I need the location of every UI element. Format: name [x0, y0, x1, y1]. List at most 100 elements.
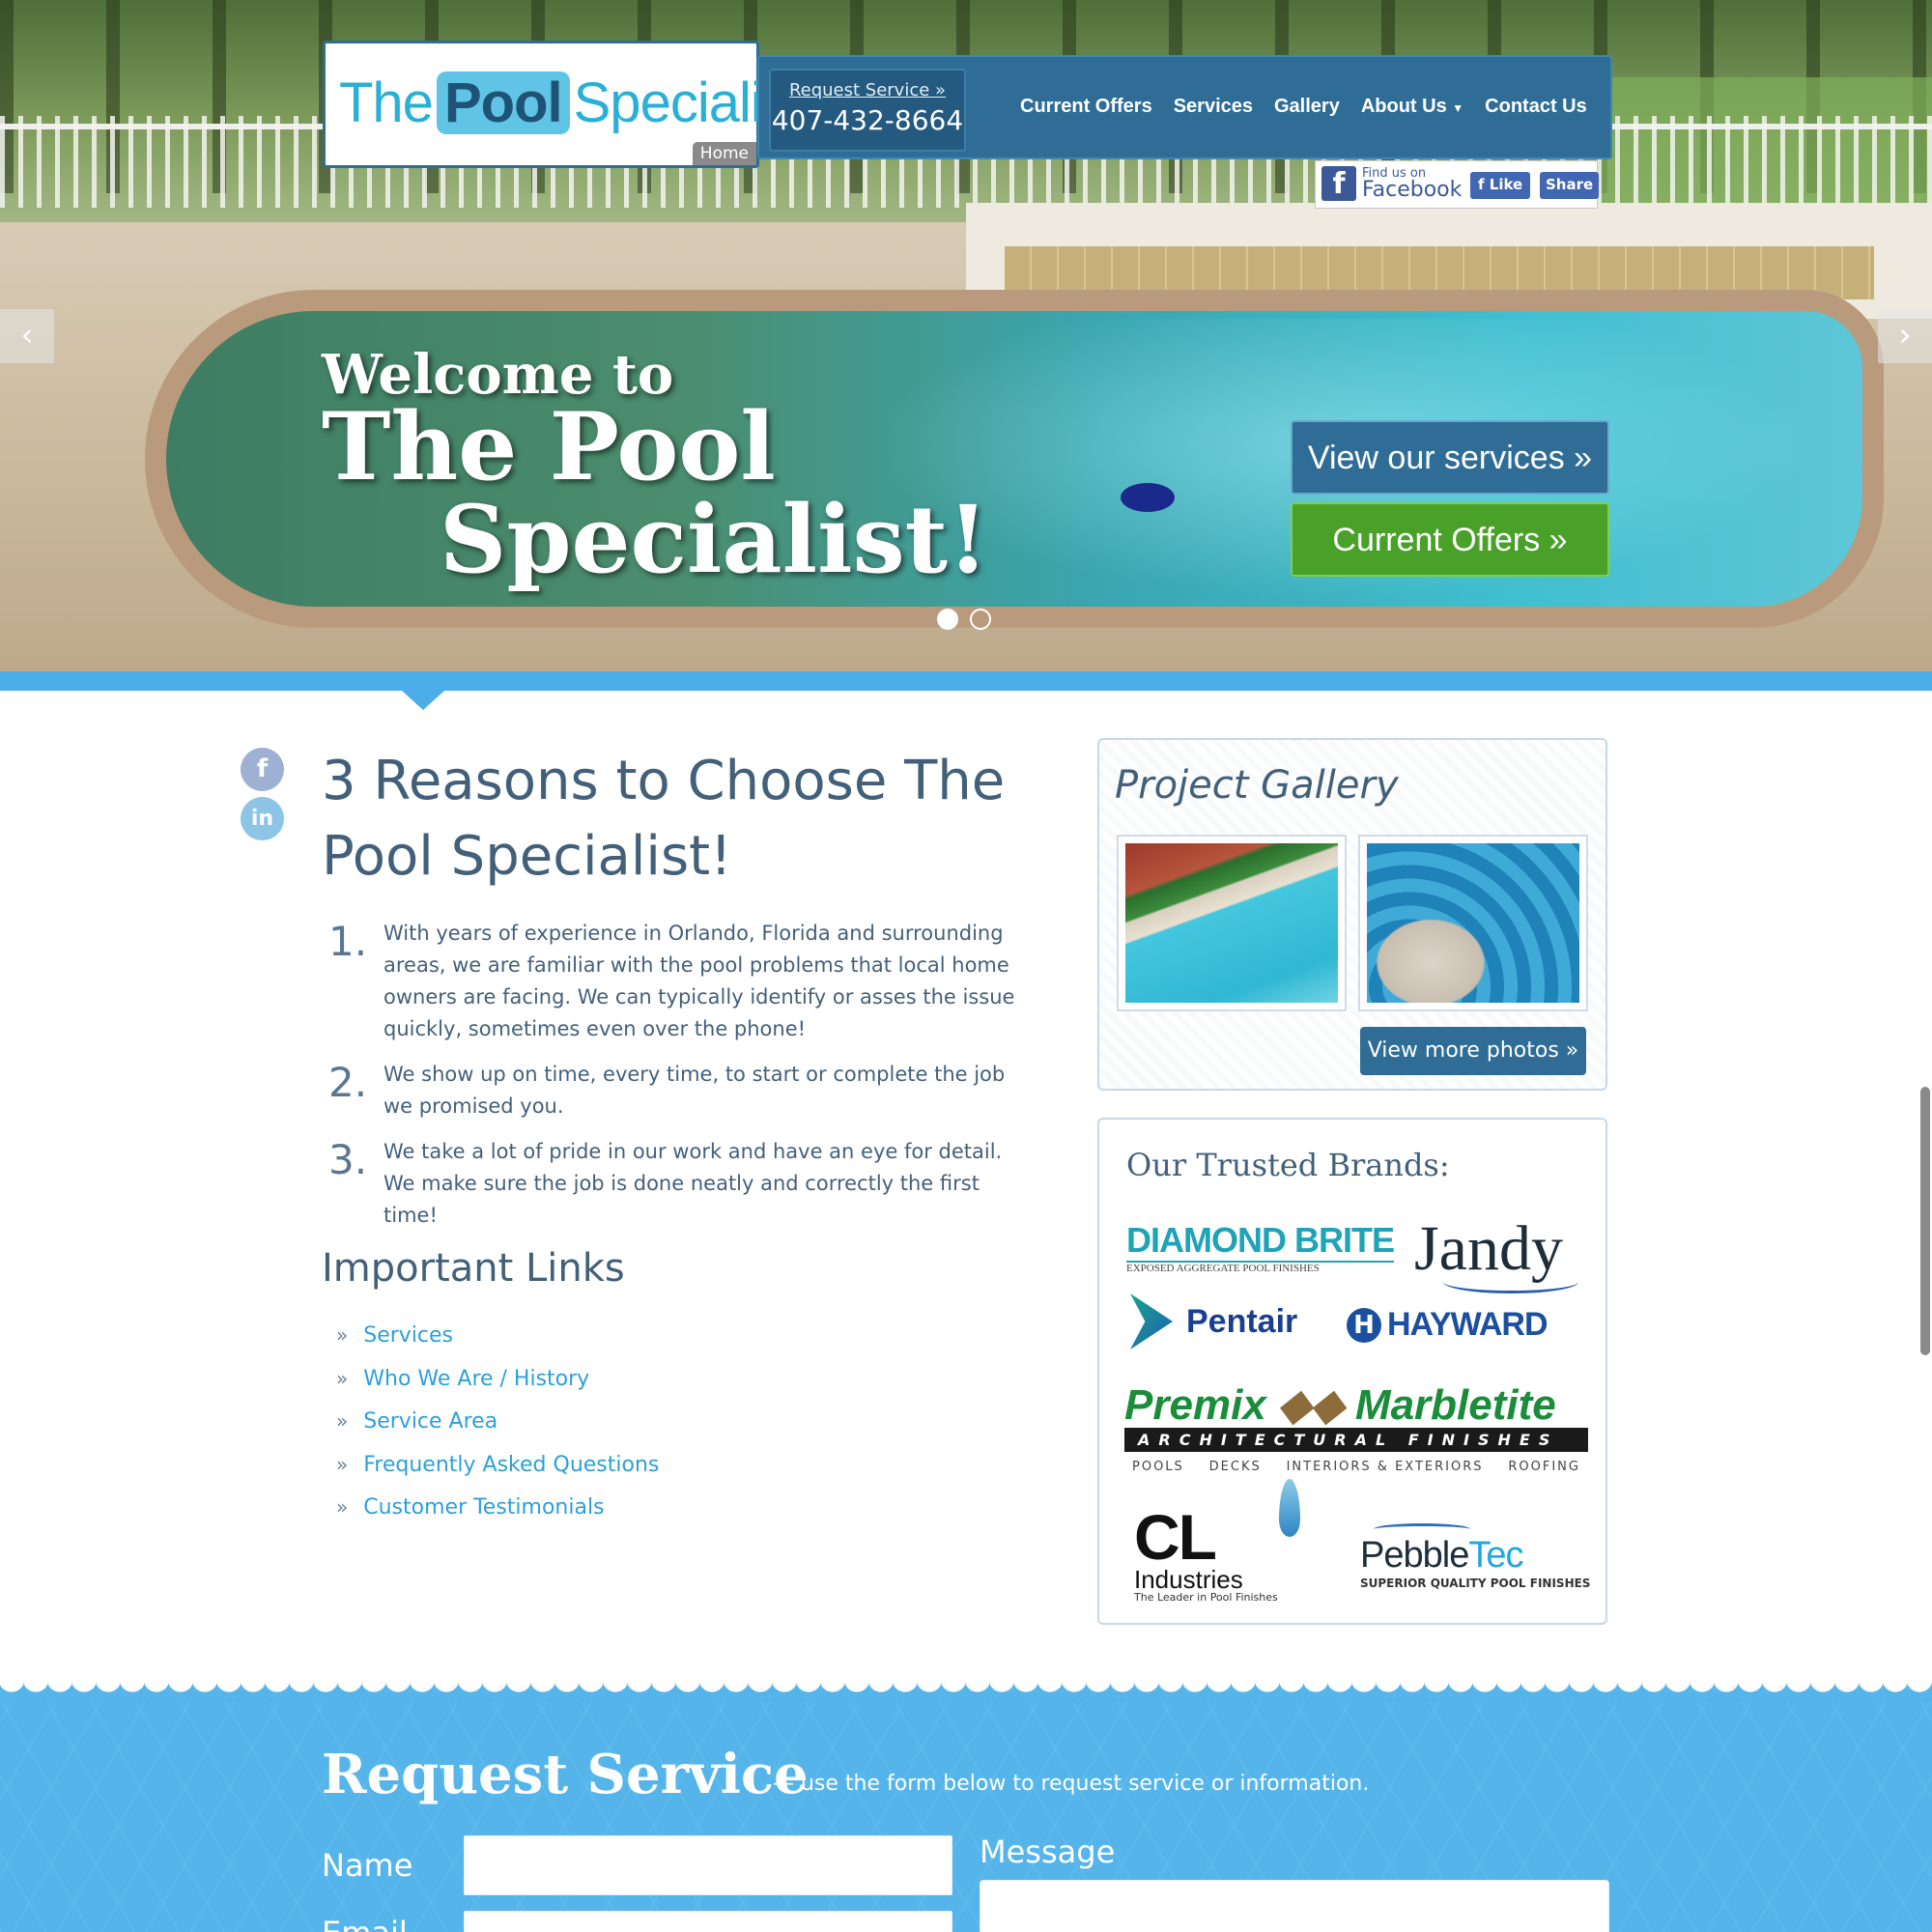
premix-name-1: Premix [1124, 1381, 1266, 1429]
facebook-find-us-link[interactable]: f Find us on Facebook [1321, 166, 1462, 201]
list-item-number: 3. [328, 1136, 368, 1183]
email-field[interactable] [464, 1911, 952, 1932]
request-service-link[interactable]: Request Service » [771, 80, 964, 100]
phone-number[interactable]: 407-432-8664 [771, 104, 964, 136]
cl-name: CL [1134, 1501, 1217, 1573]
slider-prev-arrow-icon[interactable]: ‹ [0, 309, 54, 363]
project-gallery-panel: Project Gallery View more photos » [1097, 738, 1607, 1091]
facebook-find-us-text: Find us on Facebook [1362, 167, 1462, 201]
current-offers-button[interactable]: Current Offers » [1291, 502, 1609, 577]
pentair-mark-icon [1130, 1293, 1173, 1350]
nav-about-us-label: About Us [1360, 96, 1447, 117]
hero-headline-line2: The Pool [322, 392, 776, 501]
chevron-right-icon: » [336, 1366, 349, 1390]
request-service-subtitle: — use the form below to request service … [773, 1772, 1370, 1796]
logo-wordmark: The Pool Specialist [339, 71, 805, 135]
pebbletec-name: PebbleTec [1360, 1535, 1590, 1577]
facebook-like-button[interactable]: f Like [1470, 172, 1531, 199]
nav-gallery[interactable]: Gallery [1274, 96, 1340, 118]
hayward-name: HAYWARD [1387, 1306, 1548, 1343]
facebook-bar: f Find us on Facebook f Like Share [1315, 160, 1600, 209]
email-label: Email [322, 1915, 408, 1932]
slider-dot-1[interactable] [937, 609, 958, 630]
nav-contact-us[interactable]: Contact Us [1485, 96, 1587, 118]
gallery-image-2 [1367, 843, 1579, 1003]
jandy-swoosh [1443, 1270, 1578, 1293]
slider-dot-2[interactable] [970, 609, 991, 630]
chevron-down-icon: ▼ [1452, 101, 1464, 115]
gallery-thumbnail-1[interactable] [1117, 835, 1347, 1011]
list-item: » Service Area [336, 1409, 659, 1453]
link-service-area[interactable]: Service Area [363, 1409, 497, 1434]
premix-category: ROOFING [1508, 1460, 1580, 1474]
pebbletec-name-1: Pebble [1360, 1535, 1469, 1576]
view-more-photos-button[interactable]: View more photos » [1360, 1027, 1586, 1075]
facebook-share-button[interactable]: Share [1540, 172, 1600, 199]
facebook-find-big: Facebook [1362, 177, 1463, 202]
chevron-right-icon: » [336, 1323, 349, 1347]
diamond-brite-tagline: EXPOSED AGGREGATE POOL FINISHES [1126, 1261, 1394, 1274]
project-gallery-title: Project Gallery [1115, 763, 1399, 808]
premix-name-2: Marbletite [1354, 1381, 1556, 1429]
premix-marbletite-logo: Premix ◆◆ Marbletite ARCHITECTURAL FINIS… [1124, 1380, 1588, 1474]
cl-industries-logo: CL Industries The Leader in Pool Finishe… [1134, 1479, 1300, 1604]
pebbletec-name-2: Tec [1468, 1535, 1523, 1576]
pebbletec-waves-icon [1374, 1523, 1470, 1535]
name-field[interactable] [464, 1835, 952, 1895]
list-item: » Services [336, 1323, 659, 1367]
pentair-logo: Pentair [1130, 1293, 1297, 1350]
link-testimonials[interactable]: Customer Testimonials [363, 1495, 604, 1520]
list-item: » Customer Testimonials [336, 1495, 659, 1539]
pebbletec-logo: PebbleTec SUPERIOR QUALITY POOL FINISHES [1360, 1523, 1590, 1590]
list-item-text: We take a lot of pride in our work and h… [384, 1140, 1003, 1227]
hayward-logo: H HAYWARD [1347, 1306, 1548, 1344]
request-service-section [0, 1702, 1932, 1932]
nav-about-us[interactable]: About Us ▼ [1361, 96, 1463, 118]
premix-category: INTERIORS & EXTERIORS [1286, 1460, 1484, 1474]
name-label: Name [322, 1847, 413, 1884]
site-logo[interactable]: The Pool Specialist Home [323, 41, 805, 168]
logo-part-pool: Pool [436, 71, 570, 134]
hayward-mark-icon: H [1347, 1307, 1381, 1343]
request-service-box[interactable]: Request Service » 407-432-8664 [769, 69, 966, 152]
pentair-name: Pentair [1186, 1302, 1298, 1340]
request-service-heading: Request Service [322, 1743, 809, 1806]
facebook-share-icon[interactable]: f [241, 748, 284, 791]
link-who-we-are[interactable]: Who We Are / History [363, 1367, 589, 1391]
main-navbar: Request Service » 407-432-8664 Current O… [757, 55, 1612, 159]
reasons-list: 1. With years of experience in Orlando, … [328, 918, 1024, 1245]
diamond-brite-name: DIAMOND BRITE [1126, 1220, 1395, 1260]
request-section-pattern [0, 1702, 1932, 1932]
pebbletec-tagline: SUPERIOR QUALITY POOL FINISHES [1360, 1577, 1591, 1590]
diamond-brite-logo: DIAMOND BRITE EXPOSED AGGREGATE POOL FIN… [1126, 1220, 1395, 1274]
gallery-thumbnail-2[interactable] [1358, 835, 1588, 1011]
nav-current-offers[interactable]: Current Offers [1020, 96, 1152, 118]
view-services-button[interactable]: View our services » [1291, 420, 1609, 495]
facebook-icon: f [1321, 166, 1356, 201]
home-link[interactable]: Home [692, 142, 756, 165]
message-field[interactable] [980, 1880, 1609, 1932]
nav-services[interactable]: Services [1174, 96, 1253, 118]
link-faq[interactable]: Frequently Asked Questions [363, 1453, 659, 1477]
hero-pool-skimmer [1121, 483, 1175, 512]
important-links-list: » Services » Who We Are / History » Service… [336, 1323, 659, 1539]
social-share: f in [241, 748, 284, 846]
list-item: 2. We show up on time, every time, to st… [328, 1059, 1024, 1122]
premix-name: Premix ◆◆ Marbletite [1124, 1380, 1588, 1430]
cl-name-2: Industries [1134, 1565, 1243, 1594]
chevron-right-icon: » [336, 1409, 349, 1433]
page-scrollbar[interactable] [1920, 1087, 1930, 1355]
hero-bottom-bar [0, 671, 1932, 691]
slider-dots [937, 609, 991, 630]
facebook-like-label: Like [1489, 176, 1523, 193]
cl-drop-icon [1279, 1479, 1300, 1537]
trusted-brands-title: Our Trusted Brands: [1126, 1147, 1450, 1183]
list-item-text: With years of experience in Orlando, Flo… [384, 922, 1015, 1040]
premix-categories: POOLS DECKS INTERIORS & EXTERIORS ROOFIN… [1124, 1460, 1588, 1474]
link-services[interactable]: Services [363, 1323, 453, 1348]
linkedin-share-icon[interactable]: in [241, 797, 284, 840]
important-links-heading: Important Links [322, 1246, 625, 1291]
trusted-brands-panel: Our Trusted Brands: DIAMOND BRITE EXPOSE… [1097, 1118, 1607, 1625]
slider-next-arrow-icon[interactable]: › [1878, 309, 1932, 363]
list-item: 3. We take a lot of pride in our work an… [328, 1136, 1024, 1232]
